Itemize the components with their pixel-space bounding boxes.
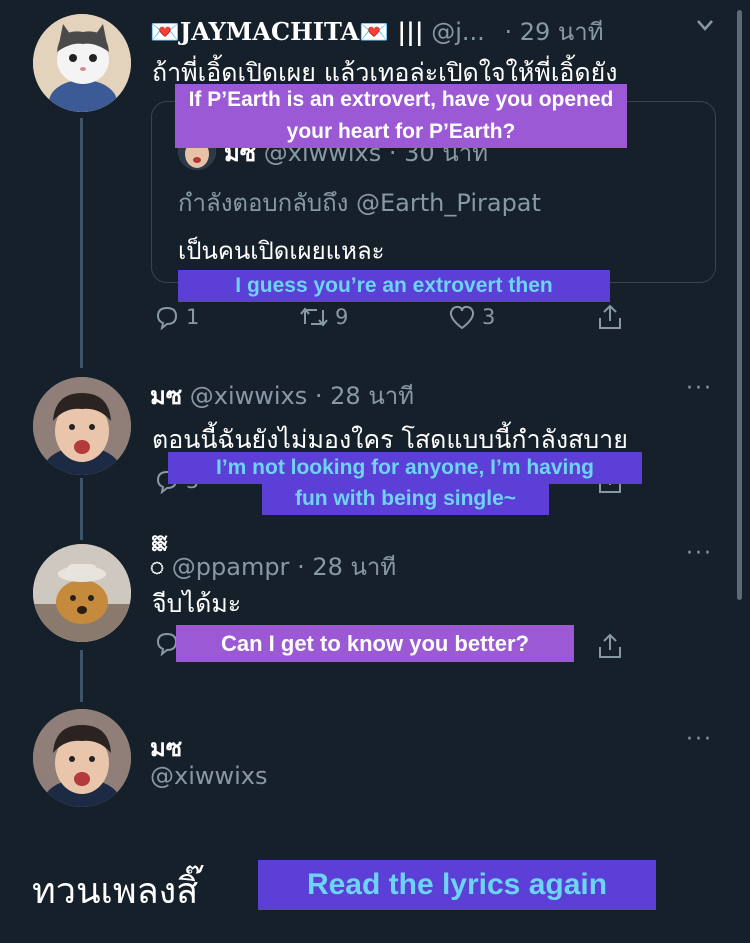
retweet-button[interactable]: 9 [299, 304, 348, 330]
avatar-jaymachita[interactable] [33, 14, 131, 112]
timestamp[interactable]: · 28 นาที [297, 553, 396, 581]
reply-count: 1 [186, 305, 200, 329]
quote-text: เป็นคนเปิดเผยแหละ [178, 237, 385, 265]
avatar-xiwwixs[interactable] [33, 709, 131, 807]
more-icon[interactable]: ··· [686, 541, 713, 566]
display-name[interactable]: มซ [150, 382, 182, 410]
avatar-xiwwixs[interactable] [33, 377, 131, 475]
handle[interactable]: @xiwwixs [150, 762, 268, 790]
reply-text: ทวนเพลงสิ๊ [32, 871, 199, 912]
reply-icon [154, 304, 180, 330]
tweet-header: ᢆ @ppampr · 28 นาที [150, 541, 396, 586]
display-name[interactable]: ᢆ [150, 553, 164, 581]
tweet-header: มซ @xiwwixs · 28 นาที [150, 376, 414, 415]
share-icon [596, 632, 624, 660]
tweet-text: จีบได้มะ [152, 589, 242, 618]
like-icon [448, 304, 476, 330]
thread-line [80, 118, 83, 368]
handle[interactable]: @xiwwixs [190, 382, 308, 410]
scrollbar[interactable] [737, 10, 742, 600]
chevron-down-icon[interactable] [694, 14, 716, 40]
thread-line [80, 650, 83, 702]
avatar-ppampr[interactable] [33, 544, 131, 642]
translation-caption: Read the lyrics again [258, 860, 656, 910]
timestamp[interactable]: · 28 นาที [315, 382, 414, 410]
share-button[interactable] [596, 303, 624, 331]
share-button[interactable] [596, 632, 624, 660]
thread-line [80, 478, 83, 540]
translation-caption: I guess you’re an extrovert then [178, 270, 610, 302]
reply-button[interactable]: 1 [154, 304, 199, 330]
like-button[interactable]: 3 [448, 304, 495, 330]
more-icon[interactable]: ··· [686, 376, 713, 401]
translation-caption: If P’Earth is an extrovert, have you ope… [175, 84, 627, 148]
retweet-icon [299, 304, 329, 330]
reply-to-label: กำลังตอบกลับถึง @Earth_Pirapat [178, 189, 541, 217]
tweet-header: 💌JAYMACHITA💌 ||| @j... · 29 นาที [150, 12, 604, 51]
retweet-count: 9 [335, 305, 349, 329]
display-name[interactable]: 💌JAYMACHITA💌 ||| [150, 17, 424, 46]
translation-caption: I’m not looking for anyone, I’m having [168, 452, 642, 484]
timestamp[interactable]: · 29 นาที [504, 18, 603, 46]
translation-caption: Can I get to know you better? [176, 625, 574, 662]
like-count: 3 [482, 305, 496, 329]
translation-caption: fun with being single~ [262, 483, 549, 515]
more-icon[interactable]: ··· [686, 727, 713, 752]
handle[interactable]: @j... [431, 18, 485, 46]
share-icon [596, 303, 624, 331]
handle[interactable]: @ppampr [172, 553, 290, 581]
